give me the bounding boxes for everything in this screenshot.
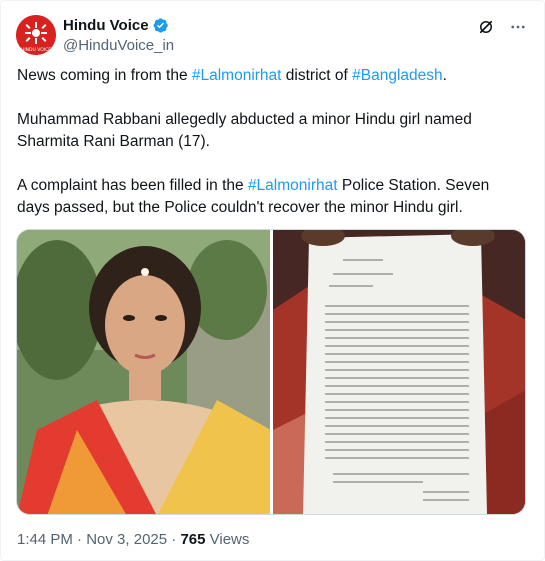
author-name[interactable]: Hindu Voice	[63, 17, 149, 34]
hashtag-link[interactable]: #Bangladesh	[352, 67, 443, 84]
photo-complaint-letter[interactable]	[272, 230, 525, 514]
hashtag-link[interactable]: #Lalmonirhat	[248, 177, 338, 194]
tweet-actions-top	[476, 17, 528, 37]
tweet-meta: 1:44 PM · Nov 3, 2025 · 765 Views	[17, 531, 250, 548]
author-handle[interactable]: @HinduVoice_in	[63, 37, 174, 54]
tweet-paragraph-2: Muhammad Rabbani allegedly abducted a mi…	[17, 111, 472, 150]
tweet-paragraph-1: News coming in from the #Lalmonirhat dis…	[17, 67, 447, 84]
tweet-time[interactable]: 1:44 PM	[17, 531, 73, 548]
views-count: 765	[180, 531, 206, 548]
avatar-text: HINDU VOICE	[21, 47, 51, 53]
author-name-row[interactable]: Hindu Voice	[63, 17, 169, 34]
verified-badge-icon	[153, 18, 168, 33]
hashtag-link[interactable]: #Lalmonirhat	[192, 67, 282, 84]
tweet-paragraph-3: A complaint has been filled in the #Lalm…	[17, 177, 490, 216]
more-icon[interactable]	[508, 17, 528, 37]
tweet-card: HINDU VOICE Hindu Voice @HinduVoice_in N…	[0, 0, 545, 561]
avatar-logo-icon: HINDU VOICE	[16, 15, 56, 55]
photo-letter-illustration	[272, 230, 525, 514]
views-label: Views	[205, 531, 250, 548]
photo-girl-illustration	[17, 230, 270, 514]
media-gallery	[16, 229, 526, 515]
tweet-text: News coming in from the #Lalmonirhat dis…	[17, 65, 517, 241]
tweet-date[interactable]: Nov 3, 2025	[86, 531, 167, 548]
grok-icon[interactable]	[476, 17, 496, 37]
avatar[interactable]: HINDU VOICE	[16, 15, 56, 55]
photo-girl[interactable]	[17, 230, 270, 514]
